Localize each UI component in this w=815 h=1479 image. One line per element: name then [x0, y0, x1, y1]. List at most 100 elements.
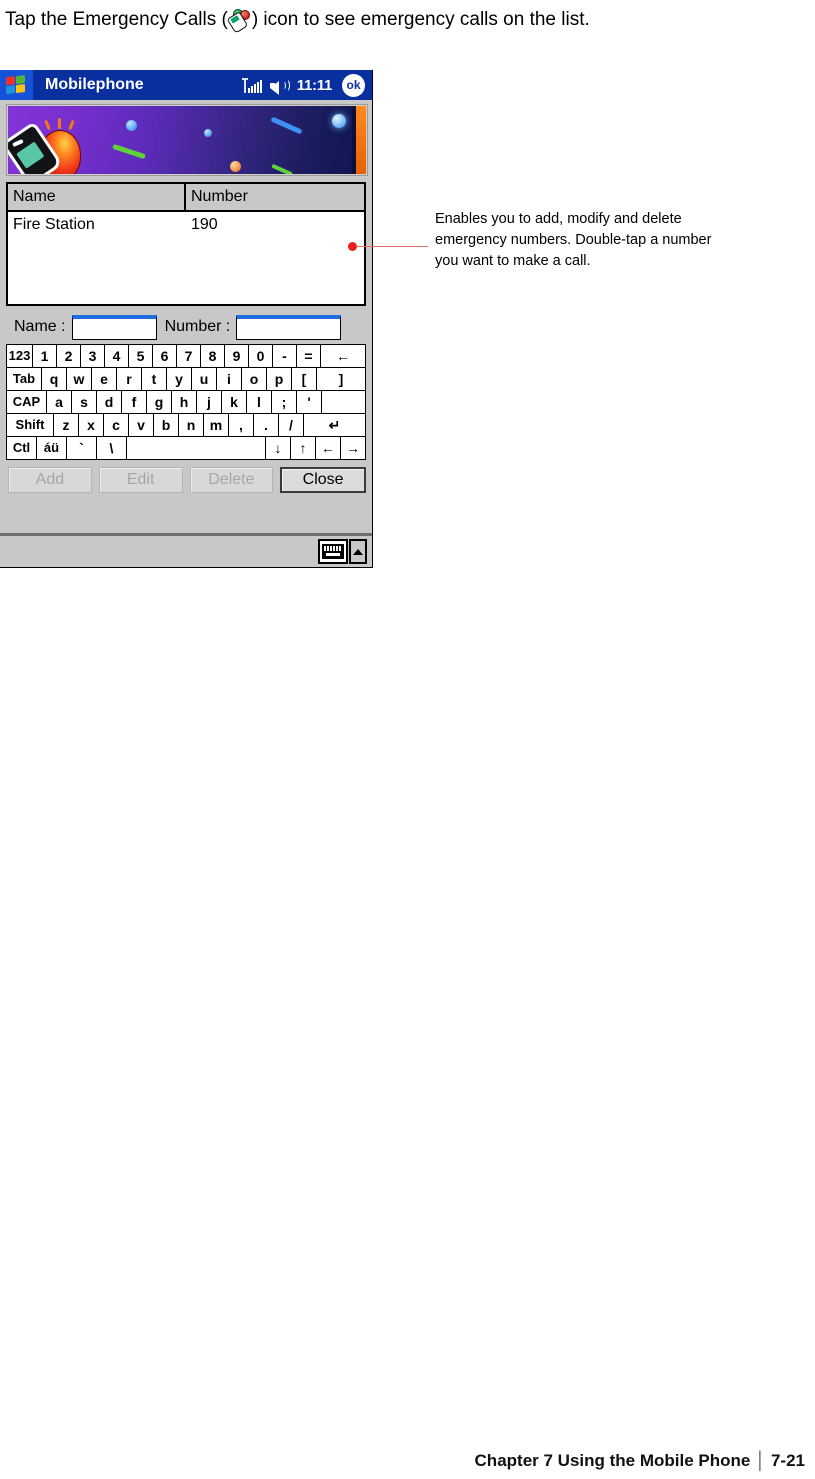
list-header: Name Number: [8, 184, 364, 212]
key-tab[interactable]: Tab: [7, 368, 42, 390]
key-m[interactable]: m: [204, 414, 229, 436]
column-header-number[interactable]: Number: [186, 184, 364, 210]
windows-flag-icon: [6, 74, 27, 96]
key-7[interactable]: 7: [177, 345, 201, 367]
emergency-numbers-list[interactable]: Name Number Fire Station 190: [6, 182, 366, 306]
emergency-banner-image: [8, 106, 366, 174]
close-button[interactable]: Close: [280, 467, 366, 493]
key-comma[interactable]: ,: [229, 414, 254, 436]
key-minus[interactable]: -: [273, 345, 297, 367]
key-semicolon[interactable]: ;: [272, 391, 297, 413]
key-3[interactable]: 3: [81, 345, 105, 367]
key-slash[interactable]: /: [279, 414, 304, 436]
key-q[interactable]: q: [42, 368, 67, 390]
key-n[interactable]: n: [179, 414, 204, 436]
arrow-left-icon[interactable]: ←: [316, 437, 341, 459]
pda-screenshot: Mobilephone 11:11 ok Name Number Fire St…: [0, 70, 373, 568]
table-row[interactable]: Fire Station 190: [8, 212, 364, 238]
title-bar: Mobilephone 11:11 ok: [0, 70, 372, 100]
keyboard-row-4: Shift z x c v b n m , . / ↵: [7, 414, 365, 437]
phone-siren-artwork: [8, 118, 107, 174]
key-123[interactable]: 123: [7, 345, 33, 367]
arrow-up-icon[interactable]: ↑: [291, 437, 316, 459]
key-i[interactable]: i: [217, 368, 242, 390]
clock-label[interactable]: 11:11: [297, 77, 333, 94]
key-c[interactable]: c: [104, 414, 129, 436]
footer-separator: │: [755, 1451, 766, 1470]
key-p[interactable]: p: [267, 368, 292, 390]
key-cap[interactable]: CAP: [7, 391, 47, 413]
key-g[interactable]: g: [147, 391, 172, 413]
key-1[interactable]: 1: [33, 345, 57, 367]
keyboard-row-1: 123 1 2 3 4 5 6 7 8 9 0 - = ←: [7, 345, 365, 368]
key-u[interactable]: u: [192, 368, 217, 390]
footer-chapter: Chapter 7 Using the Mobile Phone: [474, 1451, 751, 1470]
key-f[interactable]: f: [122, 391, 147, 413]
enter-icon[interactable]: ↵: [304, 414, 365, 436]
key-o[interactable]: o: [242, 368, 267, 390]
key-6[interactable]: 6: [153, 345, 177, 367]
action-buttons: Add Edit Delete Close: [8, 466, 366, 494]
soft-keyboard-icon[interactable]: [318, 539, 348, 564]
intro-text-after: ) icon to see emergency calls on the lis…: [251, 9, 590, 30]
ok-button[interactable]: ok: [342, 73, 365, 97]
key-9[interactable]: 9: [225, 345, 249, 367]
arrow-down-icon[interactable]: ↓: [266, 437, 291, 459]
number-input[interactable]: [236, 314, 342, 340]
key-accents[interactable]: áü: [37, 437, 67, 459]
arrow-right-icon[interactable]: →: [341, 437, 365, 459]
start-button[interactable]: [0, 70, 33, 100]
key-v[interactable]: v: [129, 414, 154, 436]
callout-text: Enables you to add, modify and delete em…: [435, 211, 712, 269]
entry-fields-row: Name : Number :: [6, 310, 366, 344]
key-w[interactable]: w: [67, 368, 92, 390]
keyboard-row-3: CAP a s d f g h j k l ; ': [7, 391, 365, 414]
key-equals[interactable]: =: [297, 345, 321, 367]
delete-button[interactable]: Delete: [189, 467, 274, 493]
key-bracket-right[interactable]: ]: [317, 368, 365, 390]
key-e[interactable]: e: [92, 368, 117, 390]
key-l[interactable]: l: [247, 391, 272, 413]
edit-button[interactable]: Edit: [98, 467, 183, 493]
key-h[interactable]: h: [172, 391, 197, 413]
backspace-icon[interactable]: ←: [321, 345, 365, 367]
key-period[interactable]: .: [254, 414, 279, 436]
name-input[interactable]: [71, 314, 157, 340]
intro-text-before: Tap the Emergency Calls (: [5, 9, 228, 30]
soft-keyboard[interactable]: 123 1 2 3 4 5 6 7 8 9 0 - = ← Tab q w e …: [6, 344, 366, 460]
chevron-up-icon[interactable]: [349, 539, 367, 564]
key-b[interactable]: b: [154, 414, 179, 436]
column-header-name[interactable]: Name: [8, 184, 186, 210]
title-bar-status: 11:11 ok: [241, 70, 372, 100]
key-5[interactable]: 5: [129, 345, 153, 367]
key-s[interactable]: s: [72, 391, 97, 413]
key-ctl[interactable]: Ctl: [7, 437, 37, 459]
key-t[interactable]: t: [142, 368, 167, 390]
key-0[interactable]: 0: [249, 345, 273, 367]
key-4[interactable]: 4: [105, 345, 129, 367]
key-apostrophe[interactable]: ': [297, 391, 322, 413]
key-2[interactable]: 2: [57, 345, 81, 367]
key-y[interactable]: y: [167, 368, 192, 390]
key-bracket-left[interactable]: [: [292, 368, 317, 390]
key-backslash[interactable]: \: [97, 437, 127, 459]
name-field-label: Name :: [14, 318, 66, 335]
key-backtick[interactable]: `: [67, 437, 97, 459]
key-k[interactable]: k: [222, 391, 247, 413]
number-field-label: Number :: [164, 318, 231, 335]
cell-number: 190: [191, 216, 218, 233]
key-r[interactable]: r: [117, 368, 142, 390]
key-shift[interactable]: Shift: [7, 414, 54, 436]
key-a[interactable]: a: [47, 391, 72, 413]
add-button[interactable]: Add: [8, 467, 92, 493]
key-space[interactable]: [127, 437, 266, 459]
banner-frame: [6, 104, 368, 176]
key-d[interactable]: d: [97, 391, 122, 413]
key-j[interactable]: j: [197, 391, 222, 413]
key-x[interactable]: x: [79, 414, 104, 436]
key-8[interactable]: 8: [201, 345, 225, 367]
signal-strength-icon[interactable]: [241, 77, 263, 93]
speaker-icon[interactable]: [269, 78, 291, 95]
emergency-calls-icon: [226, 9, 251, 34]
key-z[interactable]: z: [54, 414, 79, 436]
